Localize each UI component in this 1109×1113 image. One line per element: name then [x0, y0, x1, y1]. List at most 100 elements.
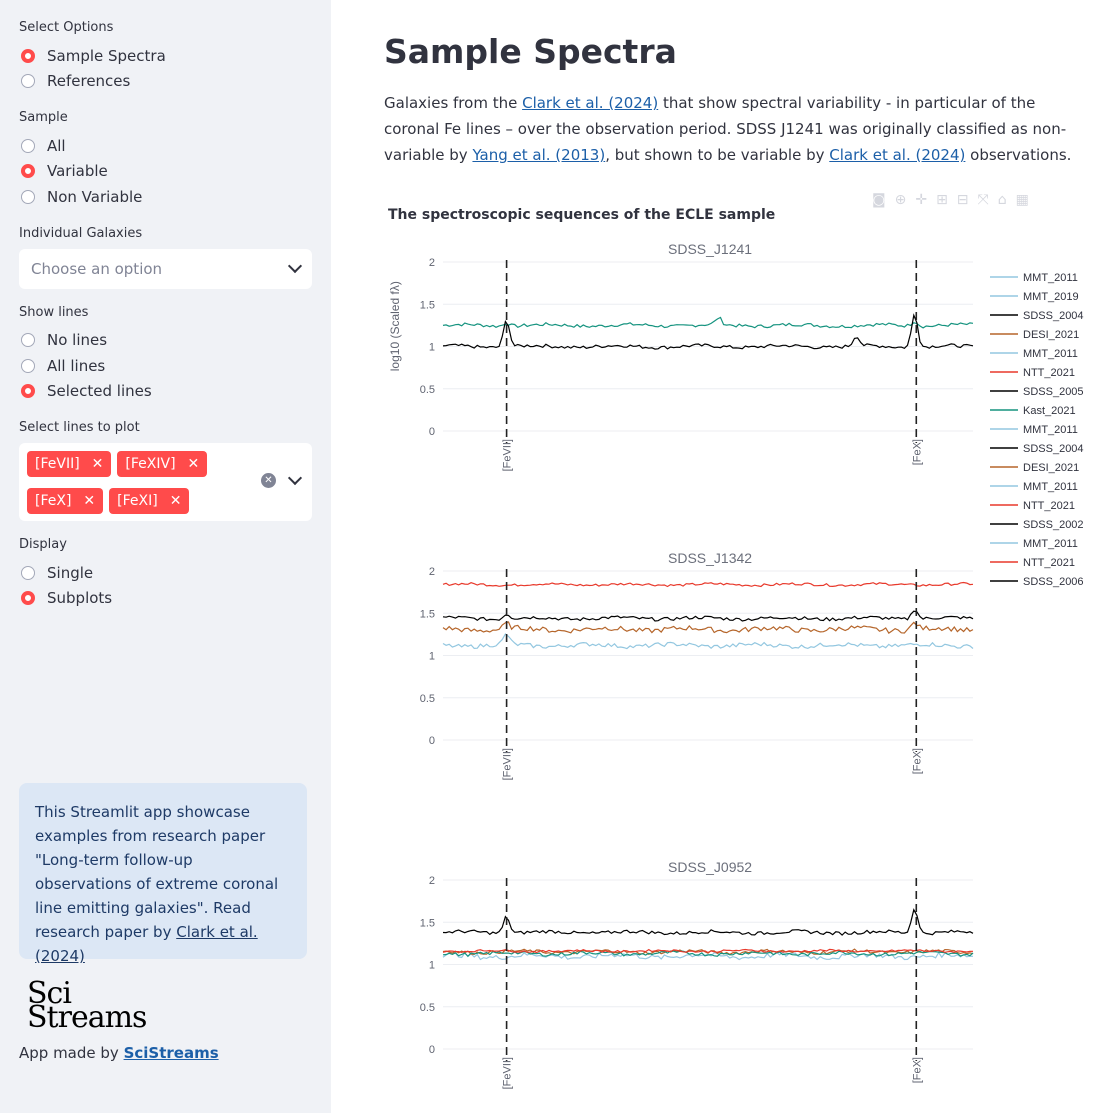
plotly-logo-icon[interactable]: ▦ — [1016, 192, 1029, 208]
tag-fevii[interactable]: [FeVII] ✕ — [27, 451, 112, 477]
show-lines-label: Show lines — [19, 304, 89, 320]
radio-dot — [21, 189, 35, 204]
plot-toolbar: ◙ ⊕ ✛ ⊞ ⊟ ⤧ ⌂ ▦ — [872, 192, 1029, 208]
radio-references[interactable]: References — [19, 69, 312, 95]
y-tick-label: 0.5 — [420, 693, 435, 705]
tag-fexi[interactable]: [FeXI] ✕ — [109, 488, 190, 514]
tag-fexiv[interactable]: [FeXIV] ✕ — [117, 451, 208, 477]
radio-label: References — [47, 72, 131, 91]
legend-item: SDSS_2005 — [1023, 386, 1084, 398]
line-marker-label: [FeX] — [911, 439, 923, 465]
radio-label: Non Variable — [47, 187, 143, 206]
tag-label: [FeVII] — [35, 456, 80, 472]
remove-tag-icon[interactable]: ✕ — [83, 493, 95, 509]
legend-item: MMT_2011 — [1023, 538, 1078, 550]
display-label: Display — [19, 537, 67, 552]
zoom-icon[interactable]: ⊕ — [895, 192, 907, 208]
tag-label: [FeX] — [35, 493, 72, 509]
lines-multiselect[interactable]: [FeVII] ✕ [FeXIV] ✕ [FeX] ✕ [FeXI] ✕ ✕ — [19, 443, 312, 521]
clark-link[interactable]: Clark et al. (2024) — [829, 146, 965, 164]
radio-variable[interactable]: Variable — [19, 159, 312, 185]
chevron-down-icon[interactable] — [287, 470, 303, 486]
line-marker-label: [FeVII] — [502, 1057, 514, 1089]
radio-no-lines[interactable]: No lines — [19, 328, 312, 354]
individual-galaxies-select[interactable]: Choose an option — [19, 248, 312, 289]
zoom-out-icon[interactable]: ⊟ — [957, 192, 969, 208]
radio-dot — [21, 384, 35, 399]
subplot-title: SDSS_J1342 — [668, 550, 752, 566]
radio-all-lines[interactable]: All lines — [19, 353, 312, 379]
radio-dot — [21, 333, 35, 348]
radio-non-variable[interactable]: Non Variable — [19, 184, 312, 210]
legend-item: MMT_2011 — [1023, 348, 1078, 360]
clark-link[interactable]: Clark et al. (2024) — [522, 94, 658, 112]
page-description: Galaxies from the Clark et al. (2024) th… — [384, 90, 1090, 168]
radio-dot — [21, 591, 35, 606]
y-tick-label: 1 — [429, 342, 435, 354]
info-box: This Streamlit app showcase examples fro… — [19, 783, 307, 965]
desc-text: Galaxies from the — [384, 94, 523, 112]
autoscale-icon[interactable]: ⤧ — [978, 192, 989, 208]
y-tick-label: 0 — [429, 426, 435, 438]
radio-dot — [21, 138, 35, 153]
remove-tag-icon[interactable]: ✕ — [170, 493, 182, 509]
legend-item: MMT_2019 — [1023, 291, 1079, 303]
clear-all-icon[interactable]: ✕ — [261, 473, 276, 488]
logo-line-2: Streams — [27, 1000, 147, 1035]
radio-label: Single — [47, 563, 94, 582]
sidebar: Select Options Sample Spectra References… — [0, 0, 331, 1113]
select-lines-group: Select lines to plot [FeVII] ✕ [FeXIV] ✕ [F… — [19, 420, 312, 521]
individual-group: Individual Galaxies Choose an option — [19, 226, 312, 289]
legend-item: Kast_2021 — [1023, 405, 1076, 417]
select-placeholder: Choose an option — [31, 259, 163, 278]
chevron-down-icon — [287, 258, 303, 274]
yang-link[interactable]: Yang et al. (2013) — [472, 146, 605, 164]
zoom-in-icon[interactable]: ⊞ — [936, 192, 948, 208]
radio-label: All — [47, 136, 66, 155]
subplot-title: SDSS_J1241 — [668, 241, 752, 257]
radio-label: All lines — [47, 356, 106, 375]
camera-icon[interactable]: ◙ — [872, 192, 886, 208]
home-icon[interactable]: ⌂ — [998, 192, 1007, 208]
radio-label: Subplots — [47, 589, 113, 608]
chart-title: The spectroscopic sequences of the ECLE … — [388, 207, 776, 223]
legend-item: SDSS_2004 — [1023, 443, 1084, 455]
series-line — [442, 633, 974, 650]
radio-subplots[interactable]: Subplots — [19, 586, 312, 612]
legend-item: NTT_2021 — [1023, 557, 1075, 569]
radio-dot — [21, 48, 35, 63]
info-text: This Streamlit app showcase examples fro… — [35, 803, 279, 941]
subplot-title: SDSS_J0952 — [668, 859, 752, 875]
radio-all[interactable]: All — [19, 133, 312, 159]
subplot-sdss_j0952: SDSS_J0952 2 1.5 1 0.5 0 [FeVII] [FeX] — [420, 859, 974, 1089]
y-tick-label: 2 — [429, 875, 435, 887]
show-lines-group: Show lines No lines All lines Selected l… — [19, 305, 312, 405]
y-tick-label: 1.5 — [420, 917, 435, 929]
radio-label: Sample Spectra — [47, 46, 166, 65]
subplot-sdss_j1241: SDSS_J1241 2 1.5 1 0.5 0 log10 (Scaled fλ) [FeV… — [388, 241, 974, 471]
radio-selected-lines[interactable]: Selected lines — [19, 379, 312, 405]
individual-label: Individual Galaxies — [19, 225, 143, 241]
radio-sample-spectra[interactable]: Sample Spectra — [19, 43, 312, 69]
y-tick-label: 1 — [429, 651, 435, 663]
remove-tag-icon[interactable]: ✕ — [188, 456, 200, 472]
radio-single[interactable]: Single — [19, 560, 312, 586]
pan-icon[interactable]: ✛ — [915, 192, 927, 208]
scistreams-link[interactable]: SciStreams — [124, 1044, 219, 1062]
radio-dot — [21, 74, 35, 89]
line-marker-label: [FeX] — [911, 748, 923, 774]
y-tick-label: 0 — [429, 735, 435, 747]
multiselect-controls: ✕ — [261, 470, 303, 488]
y-tick-label: 0.5 — [420, 1002, 435, 1014]
series-line — [442, 316, 974, 329]
select-lines-label: Select lines to plot — [19, 420, 140, 435]
radio-label: No lines — [47, 331, 108, 350]
tag-fex[interactable]: [FeX] ✕ — [27, 488, 104, 514]
remove-tag-icon[interactable]: ✕ — [92, 456, 104, 472]
made-by-text: App made by — [19, 1044, 124, 1062]
spectra-chart: SDSS_J1241 2 1.5 1 0.5 0 log10 (Scaled fλ) [FeV… — [388, 241, 1084, 1089]
radio-dot — [21, 164, 35, 179]
line-marker-label: [FeVII] — [502, 748, 514, 780]
desc-text: observations. — [965, 146, 1072, 164]
legend-item: SDSS_2004 — [1023, 310, 1084, 322]
